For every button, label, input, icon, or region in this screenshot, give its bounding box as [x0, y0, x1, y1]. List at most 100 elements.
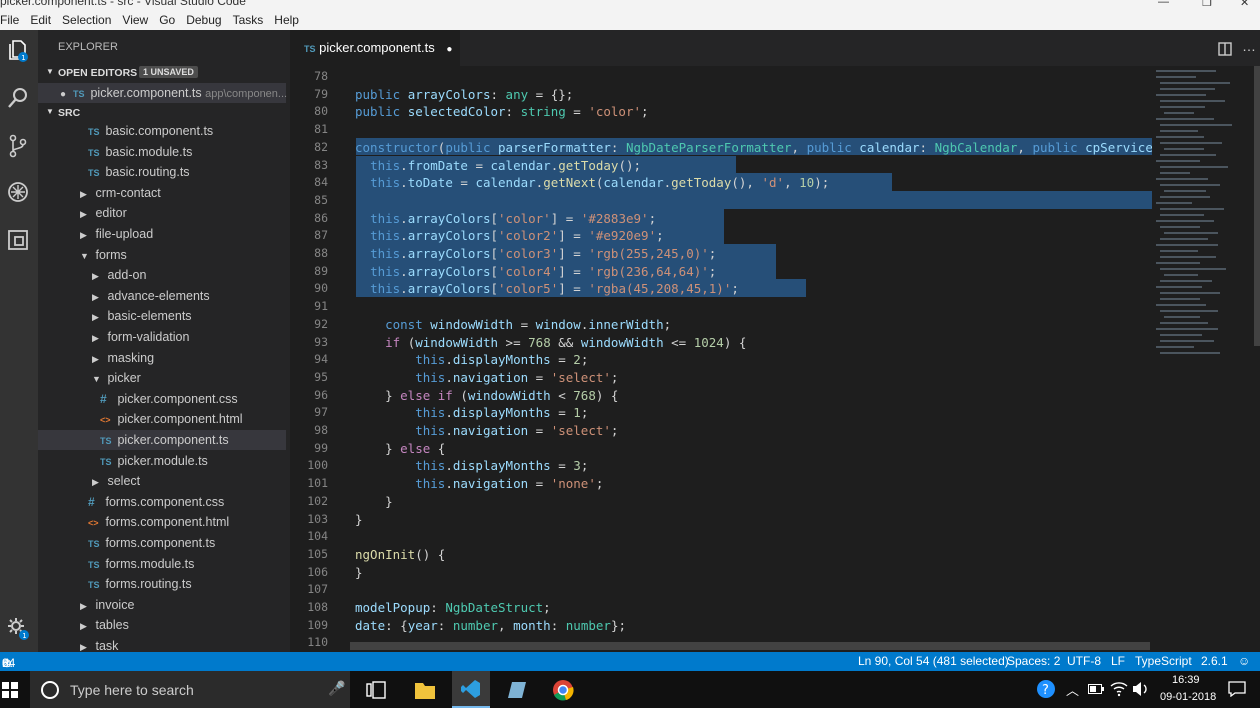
explorer-item[interactable]: ▶ task — [38, 636, 286, 652]
line-number: 104 — [307, 529, 328, 544]
menu-edit[interactable]: Edit — [30, 13, 51, 27]
vscode-icon — [461, 680, 480, 698]
explorer-item[interactable]: ▶ invoice — [38, 595, 286, 615]
line-ending[interactable]: LF — [1111, 654, 1125, 668]
explorer-item[interactable]: ▶ basic-elements — [38, 306, 286, 326]
explorer-item[interactable]: TS picker.component.ts — [38, 430, 286, 450]
extensions-icon[interactable] — [6, 228, 30, 252]
taskbar-search-box[interactable]: Type here to search 🎤 — [30, 671, 350, 708]
explorer-item[interactable]: ▶ tables — [38, 615, 286, 635]
minimize-icon[interactable]: — — [1158, 0, 1169, 8]
tab-picker-component[interactable]: TS picker.component.ts ● — [290, 30, 460, 66]
debug-icon[interactable] — [6, 180, 30, 204]
file-ts-icon: TS — [88, 147, 100, 158]
search-icon[interactable] — [6, 86, 30, 110]
explorer-item[interactable]: TS forms.module.ts — [38, 554, 286, 574]
explorer-item[interactable]: # forms.component.css — [38, 492, 286, 512]
close-icon[interactable]: ✕ — [1240, 0, 1249, 9]
menu-tasks[interactable]: Tasks — [233, 13, 264, 27]
open-editors-section[interactable]: ▼ OPEN EDITORS 1 UNSAVED — [38, 66, 290, 84]
notepad-icon[interactable] — [506, 680, 528, 700]
gear-icon[interactable]: 1 — [6, 616, 30, 640]
explorer-item[interactable]: ▶ file-upload — [38, 224, 286, 244]
line-number: 92 — [314, 316, 328, 331]
explorer-item-label: picker.component.css — [117, 391, 238, 406]
menu-file[interactable]: File — [0, 13, 19, 27]
more-actions-icon[interactable]: … — [1242, 38, 1256, 54]
chrome-icon[interactable] — [552, 679, 574, 701]
menu-debug[interactable]: Debug — [186, 13, 221, 27]
explorer-item[interactable]: ▶ crm-contact — [38, 183, 286, 203]
source-control-icon[interactable] — [6, 134, 30, 158]
notifications-icon[interactable] — [1228, 681, 1246, 697]
explorer-item[interactable]: ▶ advance-elements — [38, 286, 286, 306]
battery-icon[interactable] — [1088, 684, 1104, 694]
clock-time[interactable]: 16:39 — [1172, 674, 1200, 686]
wifi-icon[interactable] — [1110, 681, 1128, 697]
indentation[interactable]: Spaces: 2 — [1007, 654, 1060, 668]
clock-date[interactable]: 09-01-2018 — [1160, 691, 1216, 705]
file-html-icon: <> — [100, 415, 111, 426]
explorer-item[interactable]: TS basic.component.ts — [38, 121, 286, 141]
horizontal-scrollbar[interactable] — [350, 642, 1150, 650]
ts-version[interactable]: 2.6.1 — [1201, 654, 1228, 668]
cursor-position[interactable]: Ln 90, Col 54 (481 selected) — [858, 654, 1009, 668]
menu-view[interactable]: View — [122, 13, 148, 27]
line-number: 105 — [307, 546, 328, 561]
menu-go[interactable]: Go — [159, 13, 175, 27]
line-number: 86 — [314, 210, 328, 225]
file-html-icon: <> — [88, 518, 99, 529]
selection-highlight — [356, 190, 1155, 209]
maximize-icon[interactable]: ❐ — [1202, 0, 1212, 9]
explorer-item[interactable]: TS picker.module.ts — [38, 451, 286, 471]
explorer-item[interactable]: ▼ picker — [38, 368, 286, 388]
explorer-item-label: forms.module.ts — [105, 556, 195, 571]
menu-selection[interactable]: Selection — [62, 13, 111, 27]
help-icon[interactable]: ? — [1036, 679, 1056, 699]
explorer-icon[interactable]: 1 — [6, 38, 30, 62]
explorer-item[interactable]: ▼ forms — [38, 245, 286, 265]
explorer-item[interactable]: ▶ select — [38, 471, 286, 491]
volume-icon[interactable] — [1132, 681, 1150, 697]
microphone-icon[interactable]: 🎤 — [328, 680, 345, 697]
line-number: 84 — [314, 175, 328, 190]
explorer-item[interactable]: # picker.component.css — [38, 389, 286, 409]
chevron-right-icon: ▶ — [80, 209, 87, 220]
smiley-icon[interactable]: ☺ — [1238, 654, 1250, 668]
code-line: this.displayMonths = 3; — [415, 458, 589, 474]
chevron-right-icon: ▶ — [92, 312, 99, 323]
vscode-taskbar-button[interactable] — [452, 671, 490, 708]
chevron-right-icon: ▶ — [92, 271, 99, 282]
explorer-item[interactable]: ▶ masking — [38, 348, 286, 368]
explorer-item[interactable]: <> forms.component.html — [38, 512, 286, 532]
code-editor[interactable]: 78 79 public arrayColors: any = {}; 80 publi… — [290, 66, 1155, 652]
language-mode[interactable]: TypeScript — [1135, 654, 1192, 668]
show-hidden-icons-icon[interactable]: ︿ — [1066, 680, 1079, 699]
file-explorer-icon[interactable] — [414, 680, 436, 700]
explorer-item[interactable]: ▶ editor — [38, 203, 286, 223]
explorer-item-label: forms.component.css — [105, 494, 225, 509]
chevron-down-icon: ▼ — [80, 250, 89, 261]
explorer-item[interactable]: TS basic.routing.ts — [38, 162, 286, 182]
menu-help[interactable]: Help — [274, 13, 299, 27]
task-view-icon[interactable] — [366, 681, 386, 699]
editor-scrollbar[interactable] — [1254, 66, 1260, 346]
windows-start-icon[interactable] — [2, 682, 18, 698]
explorer-item[interactable]: TS basic.module.ts — [38, 142, 286, 162]
chevron-right-icon: ▶ — [92, 333, 99, 343]
line-number: 82 — [314, 139, 328, 154]
file-css-icon: # — [88, 494, 95, 509]
file-ts-icon: TS — [100, 456, 112, 467]
menu-bar: File Edit Selection View Go Debug Tasks … — [0, 10, 1260, 30]
explorer-item[interactable]: ▶ form-validation — [38, 327, 286, 347]
minimap[interactable] — [1152, 66, 1260, 652]
open-editor-item[interactable]: ● TS picker.component.ts app\componen... — [38, 83, 287, 103]
code-line: this.arrayColors['color3'] = 'rgb(255,24… — [370, 246, 717, 261]
explorer-item[interactable]: ▶ add-on — [38, 265, 286, 285]
encoding[interactable]: UTF-8 — [1067, 654, 1101, 668]
code-line: } else if (windowWidth < 768) { — [355, 387, 619, 403]
explorer-item[interactable]: TS forms.routing.ts — [38, 574, 286, 594]
explorer-item[interactable]: TS forms.component.ts — [38, 533, 286, 553]
explorer-item[interactable]: <> picker.component.html — [38, 409, 286, 429]
split-editor-icon[interactable] — [1218, 42, 1232, 56]
